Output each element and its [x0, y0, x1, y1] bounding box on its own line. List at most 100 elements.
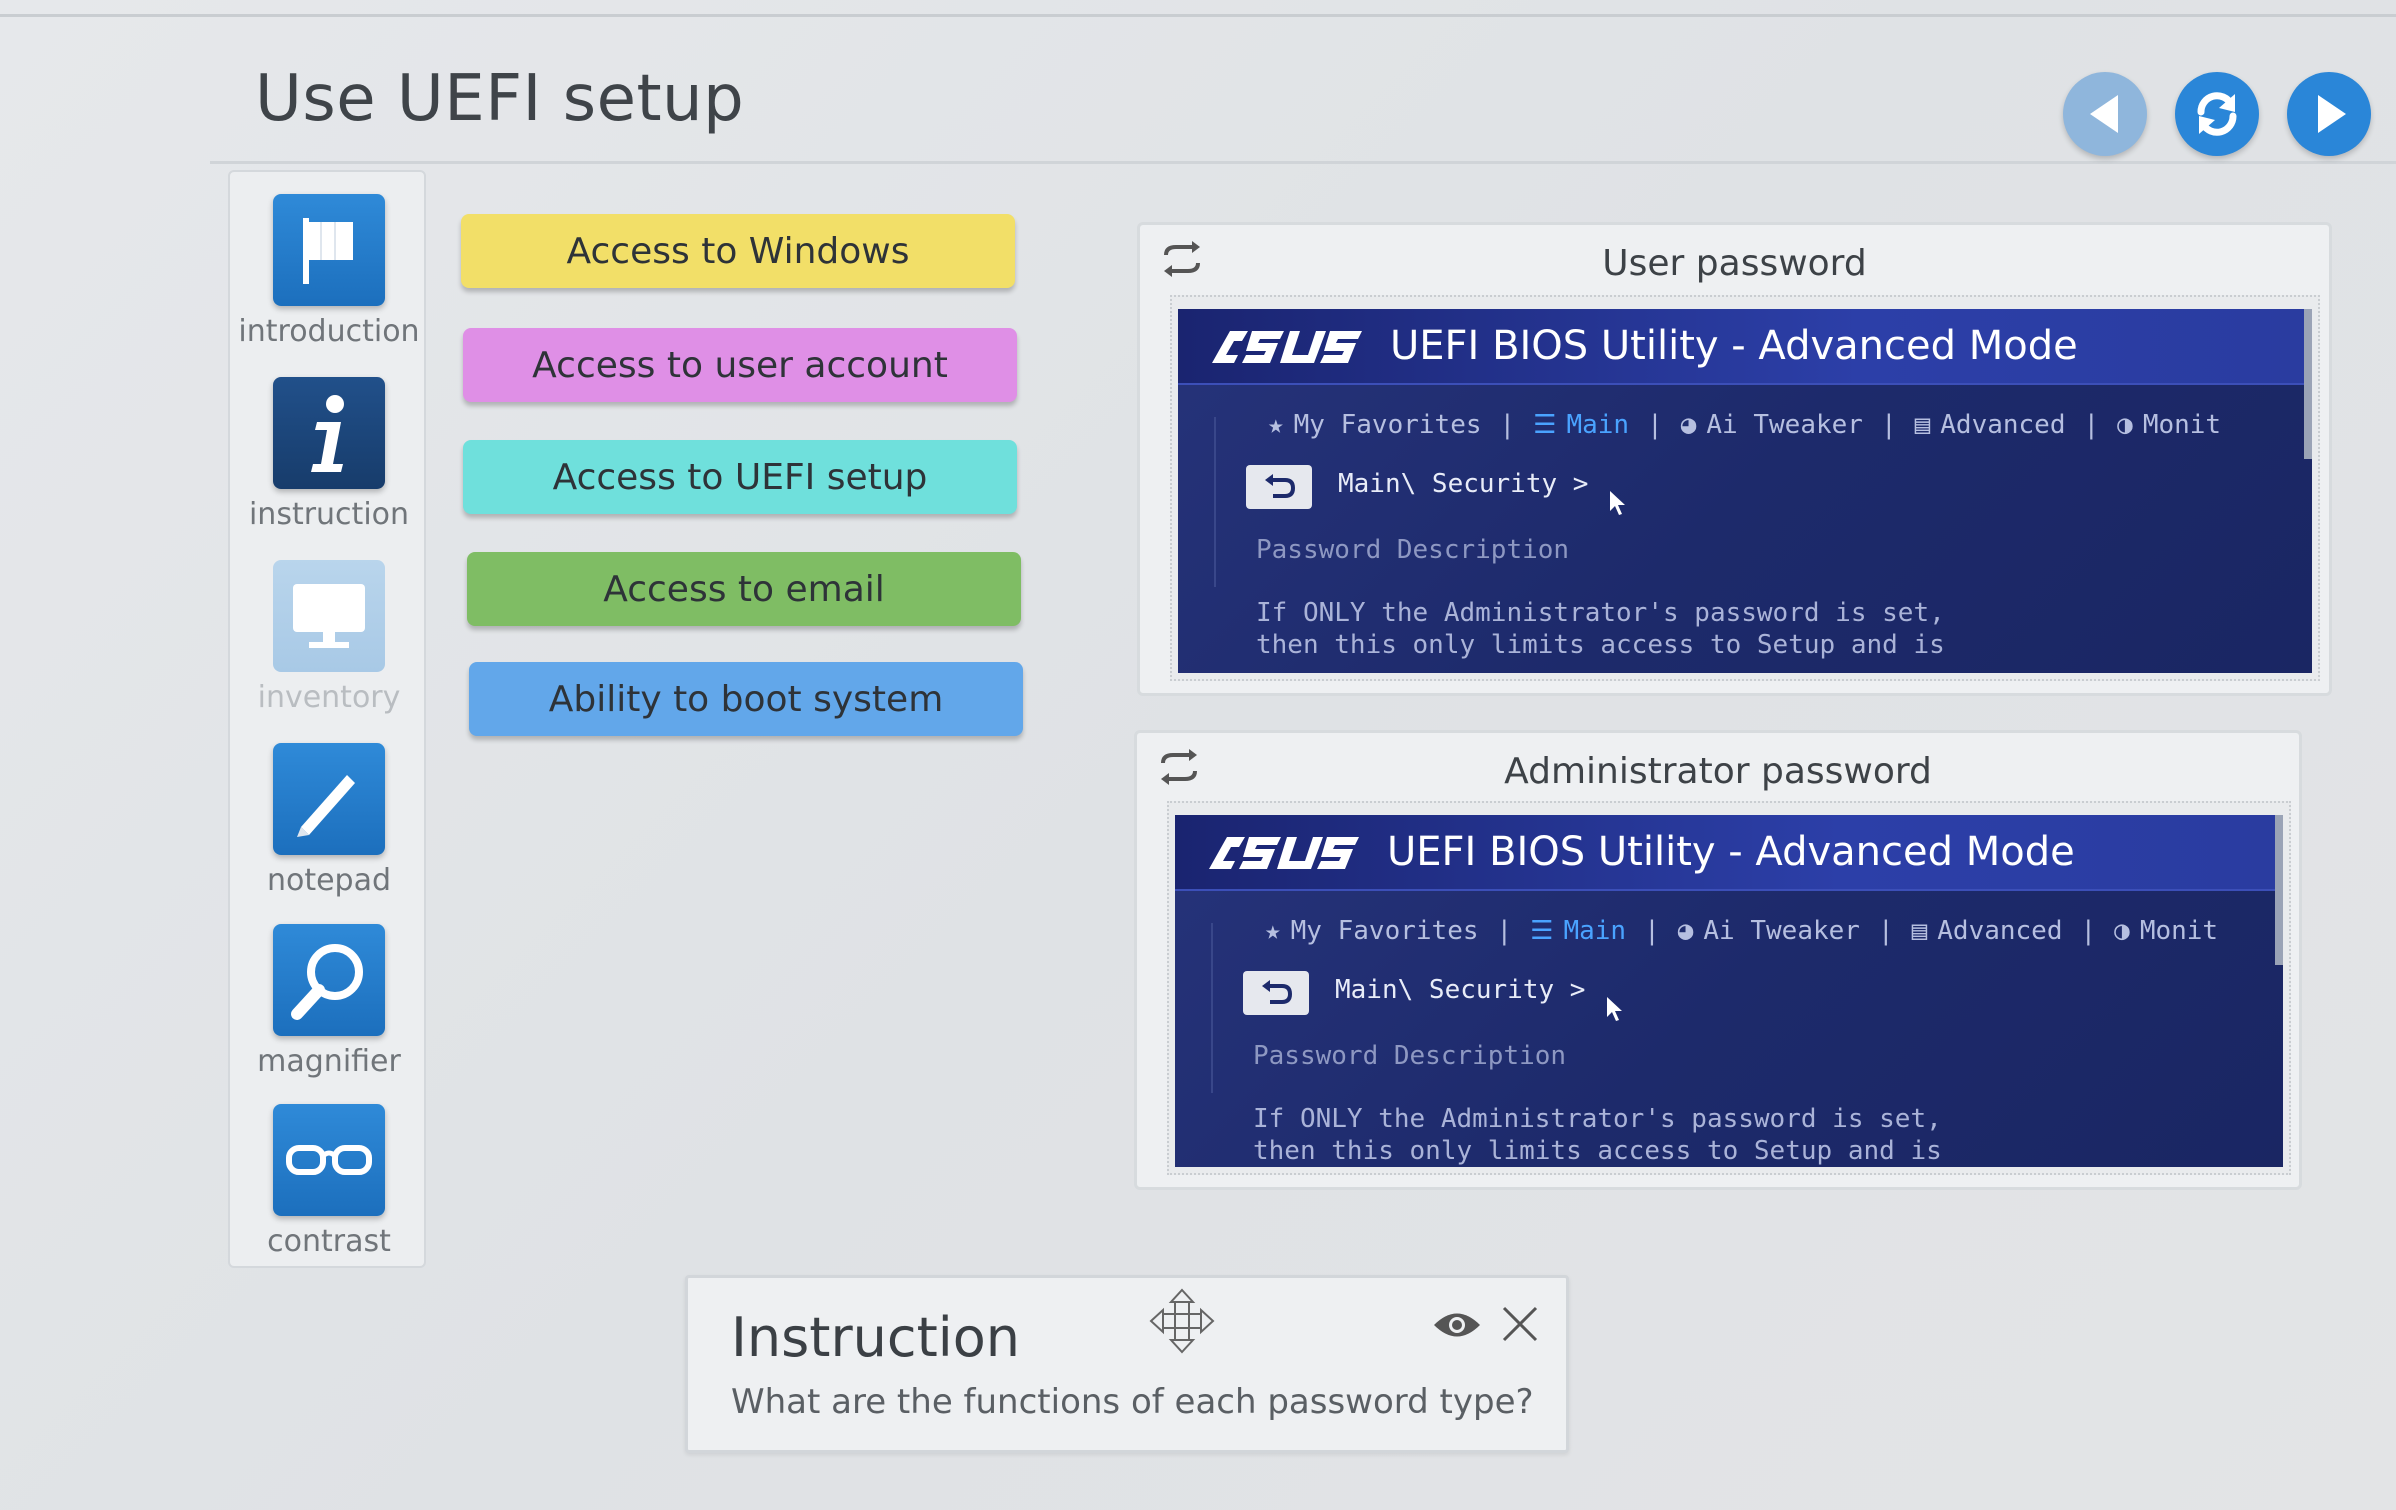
- monitor-icon: [293, 584, 365, 648]
- monitor-gauge-icon: ◑: [2117, 410, 2133, 440]
- bios-back-button: [1243, 971, 1309, 1015]
- answer-chip-boot-system[interactable]: Ability to boot system: [469, 662, 1023, 736]
- bios-header: UEFI BIOS Utility - Advanced Mode: [1175, 815, 2283, 891]
- move-icon[interactable]: [1149, 1288, 1215, 1354]
- bios-tab-main: ☰ Main: [1530, 916, 1626, 946]
- flag-icon: [303, 218, 353, 284]
- bios-text-line: If ONLY the Administrator's password is …: [1253, 1104, 1942, 1134]
- admin-password-panel[interactable]: Administrator password UEFI BIOS Utility…: [1134, 730, 2302, 1190]
- bios-tab-label: Ai Tweaker: [1706, 410, 1863, 440]
- instruction-text: What are the functions of each password …: [731, 1382, 1534, 1422]
- bios-title: UEFI BIOS Utility - Advanced Mode: [1387, 829, 2075, 875]
- bios-tab-separator: |: [1877, 916, 1894, 946]
- tool-magnifier-tile: [273, 924, 385, 1036]
- bios-tab-label: Ai Tweaker: [1703, 916, 1860, 946]
- bios-breadcrumb: Main\ Security >: [1338, 469, 1589, 499]
- tweaker-icon: ◕: [1680, 410, 1697, 440]
- bios-description-text: If ONLY the Administrator's password is …: [1253, 1103, 1942, 1167]
- bios-back-button: [1246, 465, 1312, 509]
- user-password-title: User password: [1602, 243, 1867, 284]
- bios-description-text: If ONLY the Administrator's password is …: [1256, 597, 1945, 661]
- instruction-title: Instruction: [731, 1306, 1021, 1369]
- bios-text-line: then this only limits access to Setup an…: [1256, 630, 1945, 660]
- mouse-cursor-icon: [1610, 491, 1625, 515]
- tool-label: introduction: [238, 314, 420, 349]
- bios-tab-advanced: ▤ Advanced: [1915, 410, 2066, 440]
- bios-tab-label: Advanced: [1937, 916, 2063, 946]
- bios-tab-label: My Favorites: [1293, 410, 1482, 440]
- admin-password-drop-zone[interactable]: UEFI BIOS Utility - Advanced Mode ★ My F…: [1167, 801, 2291, 1175]
- info-icon: [311, 395, 344, 472]
- bios-title: UEFI BIOS Utility - Advanced Mode: [1390, 323, 2078, 369]
- arrow-left-icon: [2090, 95, 2118, 133]
- tool-contrast[interactable]: contrast: [230, 1104, 428, 1264]
- bios-scrollbar: [2304, 309, 2312, 459]
- mouse-cursor-icon: [1607, 997, 1622, 1021]
- bios-screenshot: UEFI BIOS Utility - Advanced Mode ★ My F…: [1175, 815, 2283, 1167]
- tool-introduction-tile: [273, 194, 385, 306]
- tool-instruction-tile: [273, 377, 385, 489]
- bios-tab-separator: |: [1499, 410, 1516, 440]
- bios-divider: [1211, 923, 1213, 1093]
- close-icon[interactable]: [1500, 1304, 1540, 1344]
- bios-tab-label: My Favorites: [1290, 916, 1479, 946]
- answer-chip-uefi-setup[interactable]: Access to UEFI setup: [463, 440, 1017, 514]
- bios-tab-monitor: ◑ Monit: [2114, 916, 2218, 946]
- tool-label: inventory: [257, 680, 401, 715]
- bios-tab-main: ☰ Main: [1533, 410, 1629, 440]
- tool-label: instruction: [248, 497, 410, 532]
- bios-tab-label: Monit: [2139, 916, 2219, 946]
- tool-inventory-tile: [273, 560, 385, 672]
- reload-button[interactable]: [2175, 72, 2259, 156]
- tool-notepad[interactable]: notepad: [230, 743, 428, 903]
- answer-chip-email[interactable]: Access to email: [467, 552, 1021, 626]
- advanced-icon: ▤: [1914, 410, 1931, 440]
- bios-header: UEFI BIOS Utility - Advanced Mode: [1178, 309, 2312, 385]
- eye-icon[interactable]: [1432, 1308, 1482, 1342]
- list-icon: ☰: [1533, 410, 1557, 440]
- asus-logo: [1212, 329, 1362, 369]
- tool-magnifier[interactable]: magnifier: [230, 924, 428, 1084]
- user-password-drop-zone[interactable]: UEFI BIOS Utility - Advanced Mode ★ My F…: [1170, 295, 2320, 681]
- bios-tab-monitor: ◑ Monit: [2117, 410, 2221, 440]
- answer-chip-user-account[interactable]: Access to user account: [463, 328, 1017, 402]
- bios-tab-label: Main: [1566, 410, 1630, 440]
- bios-text-line: If ONLY the Administrator's password is …: [1256, 598, 1945, 628]
- bios-text-line: then this only limits access to Setup an…: [1253, 1136, 1942, 1166]
- tool-contrast-tile: [273, 1104, 385, 1216]
- bios-tab-advanced: ▤ Advanced: [1912, 916, 2063, 946]
- bios-tab-separator: |: [1644, 916, 1660, 946]
- tool-introduction[interactable]: introduction: [230, 194, 428, 354]
- admin-password-title: Administrator password: [1504, 751, 1932, 792]
- page-title: Use UEFI setup: [255, 62, 745, 136]
- pencil-icon: [297, 775, 355, 837]
- answer-chip-windows[interactable]: Access to Windows: [461, 214, 1015, 288]
- tool-label: notepad: [266, 863, 392, 898]
- bios-divider: [1214, 417, 1216, 587]
- list-icon: ☰: [1530, 916, 1554, 946]
- bios-tab-favorites: ★ My Favorites: [1265, 916, 1479, 946]
- tool-label: contrast: [267, 1224, 391, 1259]
- top-divider: [0, 14, 2396, 17]
- arrow-right-icon: [2318, 95, 2346, 133]
- reload-icon: [2197, 92, 2237, 136]
- bios-tab-ai-tweaker: ◕ Ai Tweaker: [1681, 410, 1863, 440]
- title-bar: Use UEFI setup: [210, 40, 2396, 164]
- bios-tab-separator: |: [1647, 410, 1663, 440]
- bios-tab-bar: ★ My Favorites | ☰ Main | ◕ Ai Tweaker |…: [1265, 911, 2283, 951]
- magnifier-icon: [291, 944, 363, 1020]
- bios-description-heading: Password Description: [1253, 1041, 1567, 1071]
- next-button[interactable]: [2287, 72, 2371, 156]
- bios-tab-ai-tweaker: ◕ Ai Tweaker: [1678, 916, 1860, 946]
- back-button[interactable]: [2063, 72, 2147, 156]
- star-icon: ★: [1268, 410, 1284, 440]
- bios-tab-label: Main: [1563, 916, 1627, 946]
- bios-tab-label: Monit: [2142, 410, 2222, 440]
- instruction-box: Instruction What are the functions of ea…: [685, 1275, 1569, 1453]
- advanced-icon: ▤: [1911, 916, 1928, 946]
- bios-tab-bar: ★ My Favorites | ☰ Main | ◕ Ai Tweaker |…: [1268, 405, 2312, 445]
- tool-instruction[interactable]: instruction: [230, 377, 428, 537]
- tool-sidebar: introduction instruction inventory notep…: [228, 170, 426, 1268]
- user-password-panel[interactable]: User password UEFI BIOS Utility - Advanc…: [1137, 222, 2332, 696]
- tweaker-icon: ◕: [1677, 916, 1694, 946]
